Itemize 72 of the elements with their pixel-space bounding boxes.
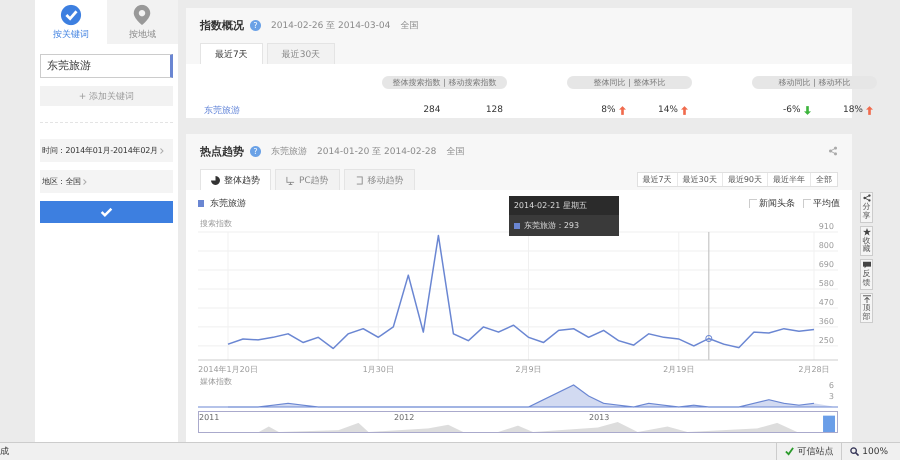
check-icon [785, 447, 794, 456]
region-filter[interactable]: 地区：全国 [40, 170, 173, 193]
date-range: 2014-02-26 至 2014-03-04 [271, 20, 390, 32]
y-tick-label: 800 [818, 240, 834, 250]
overview-navigator[interactable]: 2011 2012 2013 [198, 411, 838, 433]
side-tool-button[interactable]: 分享 [860, 192, 873, 223]
region-label: 全国 [446, 146, 464, 158]
y-tick-label: 360 [818, 316, 834, 326]
chevron-icon [83, 178, 88, 184]
keyword-label: 东莞旅游 [271, 146, 307, 158]
year-label: 2013 [589, 413, 610, 422]
share-icon [862, 194, 870, 202]
y-tick-label: 690 [818, 260, 834, 269]
x-tick-label: 1月30日 [362, 365, 394, 374]
table-cell: 128 [486, 105, 503, 115]
axis-title: 媒体指数 [200, 377, 232, 386]
option-checkbox[interactable]: 新闻头条 [749, 196, 795, 210]
year-label: 2011 [199, 413, 220, 422]
table-cell: 14% [658, 105, 678, 115]
side-tool-button[interactable]: 反馈 [860, 259, 873, 290]
status-text: 成 [0, 446, 9, 458]
date-range: 2014-01-20 至 2014-02-28 [317, 146, 436, 158]
column-header: 整体同比 | 整体环比 [567, 76, 692, 88]
panel-title: 指数概况 [200, 18, 244, 32]
share-icon[interactable] [828, 146, 838, 156]
submit-button[interactable] [40, 201, 173, 223]
legend-swatch [198, 200, 204, 206]
zoom-level[interactable]: 100% [862, 446, 888, 456]
check-icon [100, 207, 113, 217]
panel-title: 热点趋势 [200, 144, 244, 158]
y-tick-label: 6 [828, 381, 834, 390]
option-checkbox[interactable]: 平均值 [803, 196, 840, 210]
side-tool-button[interactable]: 顶部 [860, 292, 873, 324]
security-zone: 可信站点 [797, 446, 834, 458]
column-header: 移动同比 | 移动环比 [752, 76, 877, 88]
to-top-icon [862, 294, 870, 303]
legend-label: 东莞旅游 [210, 198, 246, 210]
check-circle-icon [60, 4, 82, 26]
trend-tab[interactable]: 整体趋势 [200, 169, 271, 190]
range-handle[interactable] [823, 416, 835, 432]
tooltip-value: 东莞旅游：293 [524, 220, 580, 231]
table-cell: 18% [842, 105, 863, 115]
time-filter[interactable]: 时间：2014年01月-2014年02月 [40, 139, 173, 162]
tooltip-date: 2014-02-21 星期五 [508, 196, 619, 215]
axis-title: 搜索指数 [200, 219, 232, 228]
year-label: 2012 [394, 413, 414, 422]
keyword-link[interactable]: 东莞旅游 [204, 104, 322, 116]
x-tick-label: 2014年1月20日 [198, 365, 258, 374]
x-tick-label: 2月28日 [798, 365, 830, 374]
legend-swatch [514, 222, 520, 228]
y-tick-label: 470 [818, 298, 834, 307]
hover-point [705, 335, 712, 342]
x-tick-label: 2月9日 [515, 365, 542, 374]
y-tick-label: 580 [818, 278, 834, 288]
table-cell: 8% [601, 105, 616, 115]
monitor-icon [286, 176, 295, 184]
chevron-icon [160, 148, 164, 154]
keyword-input[interactable]: 东莞旅游 [40, 54, 173, 78]
side-tool-button[interactable]: 收藏 [860, 226, 873, 256]
y-tick-label: 910 [818, 222, 834, 231]
x-tick-label: 2月19日 [663, 365, 694, 374]
y-tick-label: 250 [818, 336, 834, 345]
region-label: 全国 [400, 20, 418, 32]
pie-chart-icon [211, 176, 220, 184]
table-cell: -6% [782, 105, 800, 115]
zoom-icon [850, 447, 860, 456]
table-cell: 284 [423, 105, 440, 115]
column-header: 整体搜索指数 | 移动搜索指数 [382, 76, 507, 88]
period-tab[interactable]: 最近7天 [200, 43, 263, 64]
y-tick-label: 3 [828, 392, 834, 401]
star-icon [862, 228, 870, 236]
chat-icon [862, 261, 870, 270]
